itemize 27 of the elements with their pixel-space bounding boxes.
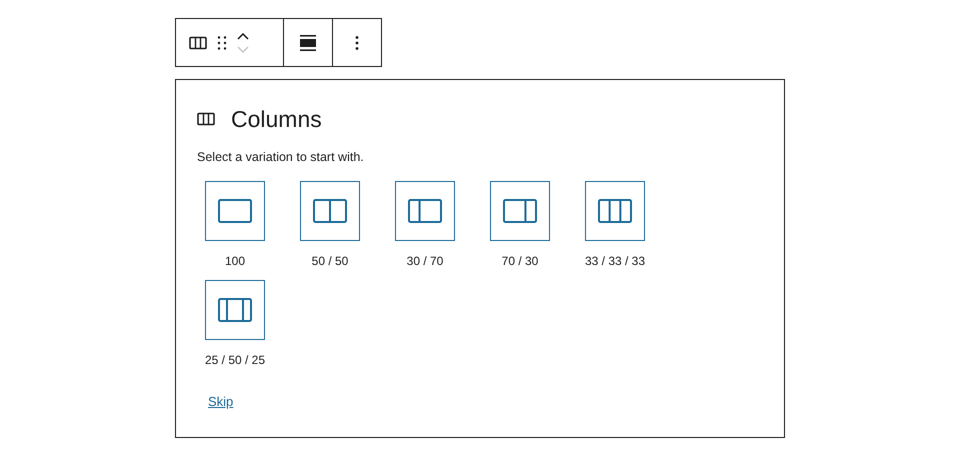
variation-button[interactable]	[395, 181, 455, 241]
columns-layout-icon	[408, 199, 442, 223]
variation-label: 50 / 50	[310, 254, 350, 268]
variation-button[interactable]	[585, 181, 645, 241]
variation-button[interactable]	[300, 181, 360, 241]
skip-link[interactable]: Skip	[208, 392, 234, 412]
variation-label: 100	[224, 254, 246, 268]
align-icon[interactable]	[300, 34, 316, 50]
variation-label: 70 / 30	[500, 254, 540, 268]
variation-label: 25 / 50 / 25	[204, 353, 266, 367]
columns-layout-icon	[598, 199, 632, 223]
columns-icon[interactable]	[189, 36, 207, 50]
variation-button[interactable]	[205, 280, 265, 340]
more-options-icon[interactable]	[355, 36, 359, 50]
instructions: Select a variation to start with.	[197, 149, 365, 165]
columns-layout-icon	[503, 199, 537, 223]
columns-layout-icon	[218, 199, 252, 223]
block-title: Columns	[231, 105, 322, 133]
columns-layout-icon	[218, 298, 252, 322]
variation-label: 33 / 33 / 33	[584, 254, 646, 268]
variation-label: 30 / 70	[406, 254, 444, 268]
variation-button[interactable]	[490, 181, 550, 241]
drag-handle-icon[interactable]	[217, 36, 227, 50]
variation-button[interactable]	[205, 181, 265, 241]
columns-icon	[197, 112, 215, 126]
move-up-icon[interactable]	[237, 32, 249, 40]
columns-layout-icon	[313, 199, 347, 223]
